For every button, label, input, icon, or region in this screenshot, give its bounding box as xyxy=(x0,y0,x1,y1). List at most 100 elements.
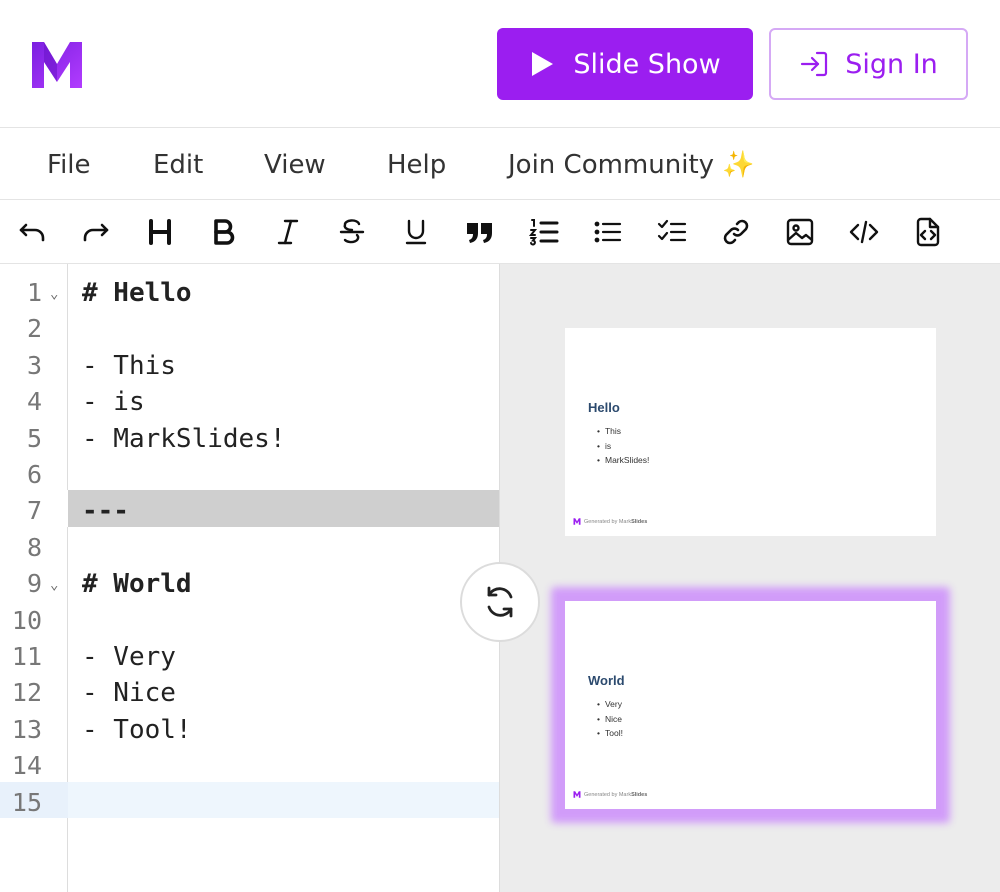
unordered-list-button[interactable] xyxy=(589,213,627,251)
strikethrough-icon xyxy=(339,219,365,244)
slide-thumbnail-2[interactable]: World Very Nice Tool! Generated by MarkS… xyxy=(565,601,936,809)
slide-title: Hello xyxy=(588,400,620,415)
strikethrough-button[interactable] xyxy=(333,213,371,251)
line-number: 10 xyxy=(11,605,42,635)
ordered-list-button[interactable] xyxy=(525,213,563,251)
underline-button[interactable] xyxy=(397,213,435,251)
line-number: 9 xyxy=(26,569,42,599)
sign-in-button[interactable]: Sign In xyxy=(769,28,968,100)
slide-show-button[interactable]: Slide Show xyxy=(497,28,753,100)
slide-footer-brand: Slides xyxy=(631,791,648,798)
editor-line[interactable]: 3 - This xyxy=(0,345,499,381)
export-file-button[interactable] xyxy=(909,213,947,251)
sign-in-label: Sign In xyxy=(845,48,938,80)
editor-line[interactable]: 10 xyxy=(0,600,499,636)
sign-in-icon xyxy=(801,51,828,77)
slide-footer: Generated by MarkSlides xyxy=(573,791,647,798)
editor-line[interactable]: 13 - Tool! xyxy=(0,709,499,745)
fold-chevron-icon[interactable]: ⌄ xyxy=(50,577,58,593)
line-text: # World xyxy=(82,569,192,600)
slide-preview-panel: Hello This is MarkSlides! Generated by M… xyxy=(500,264,1000,892)
slide-footer-text: Generated by Mark xyxy=(584,791,632,798)
bold-icon xyxy=(214,219,235,245)
undo-button[interactable] xyxy=(13,213,51,251)
slide-bullet: Nice xyxy=(597,712,623,727)
editor-line[interactable]: 11 - Very xyxy=(0,636,499,672)
image-icon xyxy=(786,218,814,246)
line-text: - is xyxy=(82,387,145,418)
formatting-toolbar xyxy=(0,200,1000,264)
editor-line[interactable]: 14 xyxy=(0,745,499,781)
refresh-icon xyxy=(487,586,513,618)
slide-thumbnail-1[interactable]: Hello This is MarkSlides! Generated by M… xyxy=(565,328,936,536)
fold-chevron-icon[interactable]: ⌄ xyxy=(50,286,58,302)
quote-icon xyxy=(467,223,492,243)
italic-icon xyxy=(277,219,299,245)
menu-file[interactable]: File xyxy=(47,150,91,180)
heading-icon xyxy=(149,219,171,245)
line-number: 8 xyxy=(26,532,42,562)
slide-bullet: MarkSlides! xyxy=(597,453,649,468)
markdown-editor[interactable]: 1 ⌄ # Hello 2 3 - This 4 - is 5 - MarkSlides! 6 7 --… xyxy=(0,264,500,892)
undo-icon xyxy=(19,223,45,242)
slide-bullet-list: Very Nice Tool! xyxy=(597,697,623,741)
code-button[interactable] xyxy=(845,213,883,251)
line-text: # Hello xyxy=(82,278,192,308)
link-button[interactable] xyxy=(717,213,755,251)
line-number: 6 xyxy=(26,460,42,489)
line-text: - MarkSlides! xyxy=(82,423,286,454)
line-number: 1 xyxy=(26,278,42,307)
editor-line[interactable]: 5 - MarkSlides! xyxy=(0,418,499,454)
heading-button[interactable] xyxy=(141,213,179,251)
redo-icon xyxy=(83,223,109,242)
menu-help[interactable]: Help xyxy=(387,150,446,180)
editor-line[interactable]: 8 xyxy=(0,527,499,563)
menu-bar: File Edit View Help Join Community ✨ xyxy=(0,128,1000,200)
image-button[interactable] xyxy=(781,213,819,251)
line-number: 2 xyxy=(26,314,42,344)
markslides-mini-logo-icon xyxy=(573,518,581,525)
editor-line[interactable]: 15 xyxy=(0,781,499,818)
line-number: 5 xyxy=(26,423,42,453)
app-header: Slide Show Sign In xyxy=(0,0,1000,128)
bold-button[interactable] xyxy=(205,213,243,251)
slide-footer-brand: Slides xyxy=(631,518,648,525)
menu-join-community[interactable]: Join Community ✨ xyxy=(508,150,755,180)
editor-line[interactable]: 7 --- xyxy=(0,490,499,527)
italic-button[interactable] xyxy=(269,213,307,251)
editor-line[interactable]: 9 ⌄ # World xyxy=(0,563,499,600)
editor-line[interactable]: 1 ⌄ # Hello xyxy=(0,272,499,308)
editor-line[interactable]: 2 xyxy=(0,308,499,344)
line-text: - Nice xyxy=(82,678,176,709)
quote-button[interactable] xyxy=(461,213,499,251)
ordered-list-icon xyxy=(528,219,559,246)
refresh-preview-button[interactable] xyxy=(460,562,540,642)
menu-edit[interactable]: Edit xyxy=(153,150,203,180)
slide-title: World xyxy=(588,673,625,688)
slide-bullet: Very xyxy=(597,697,623,712)
editor-line[interactable]: 4 - is xyxy=(0,381,499,418)
menu-view[interactable]: View xyxy=(264,150,326,180)
markslides-logo-icon[interactable] xyxy=(30,40,84,90)
line-number: 11 xyxy=(11,642,42,671)
editor-line[interactable]: 12 - Nice xyxy=(0,672,499,709)
line-text: - This xyxy=(82,350,176,381)
line-number: 15 xyxy=(11,787,42,817)
play-icon xyxy=(532,52,554,76)
line-text: - Very xyxy=(82,642,176,672)
link-icon xyxy=(723,219,749,245)
redo-button[interactable] xyxy=(77,213,115,251)
markslides-mini-logo-icon xyxy=(573,791,581,798)
checklist-button[interactable] xyxy=(653,213,691,251)
line-number: 13 xyxy=(11,714,42,744)
slide-bullet: is xyxy=(597,439,649,454)
slide-footer: Generated by MarkSlides xyxy=(573,518,647,525)
line-number: 7 xyxy=(26,496,42,526)
slide-bullet: Tool! xyxy=(597,726,623,741)
line-number: 3 xyxy=(26,350,42,380)
slide-footer-text: Generated by Mark xyxy=(584,518,632,525)
line-number: 12 xyxy=(11,678,42,708)
editor-line[interactable]: 6 xyxy=(0,454,499,490)
checklist-icon xyxy=(657,219,687,242)
export-file-icon xyxy=(916,217,940,247)
